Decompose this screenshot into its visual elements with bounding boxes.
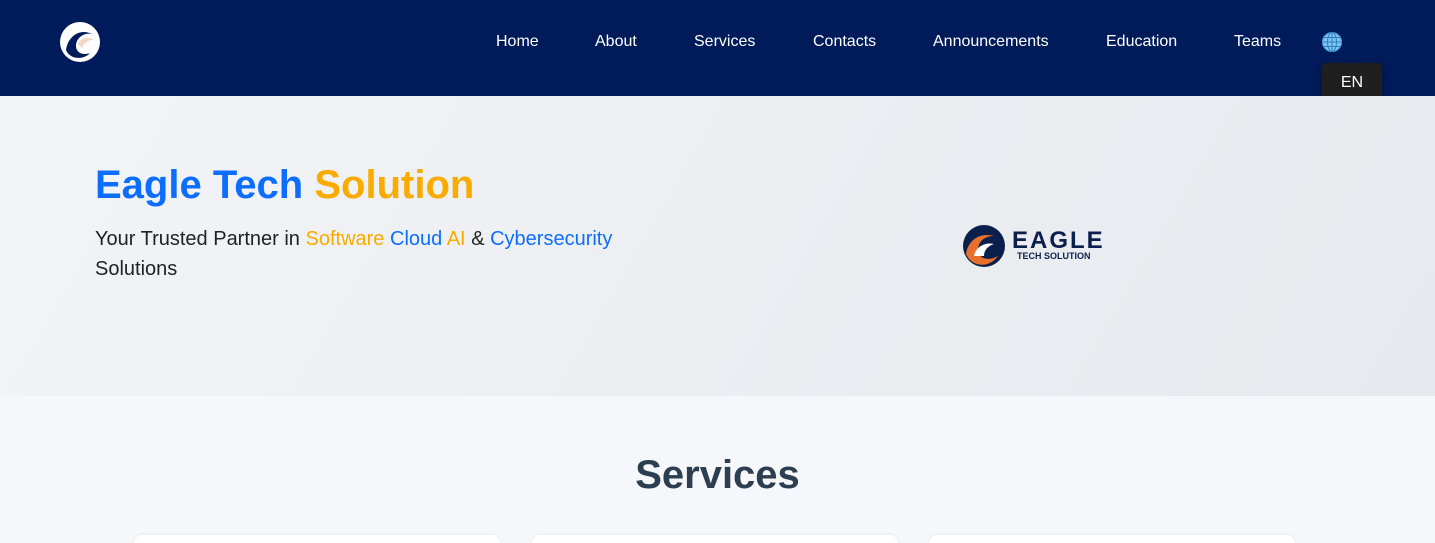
nav-link-about[interactable]: About [595,32,637,52]
services-heading: Services [635,453,800,497]
hero-title-brand: Eagle Tech [95,163,304,207]
svg-text:EAGLE: EAGLE [1012,227,1105,254]
nav-link-teams[interactable]: Teams [1234,32,1281,52]
nav-link-announcements[interactable]: Announcements [933,32,1049,52]
main-nav: Home About Services Contacts Announcemen… [0,32,1435,52]
service-card[interactable] [532,535,898,543]
eagle-tech-solution-logo: EAGLE TECH SOLUTION [963,225,1105,267]
subtitle-ampersand: & [471,228,485,250]
hero-section: Eagle Tech Solution Your Trusted Partner… [0,96,1435,396]
navbar: Home About Services Contacts Announcemen… [0,0,1435,96]
service-card[interactable] [929,535,1295,543]
nav-link-home[interactable]: Home [496,32,539,52]
services-section: Services [0,396,1435,543]
hero-title: Eagle Tech Solution [95,162,474,208]
globe-icon[interactable] [1321,31,1343,53]
nav-link-services[interactable]: Services [694,32,755,52]
subtitle-prefix: Your Trusted Partner in [95,228,300,250]
svg-text:TECH SOLUTION: TECH SOLUTION [1017,251,1091,261]
subtitle-cybersecurity: Cybersecurity [490,228,613,250]
subtitle-ai: AI [446,228,466,250]
service-card[interactable] [134,535,500,543]
nav-link-contacts[interactable]: Contacts [813,32,876,52]
subtitle-suffix: Solutions [95,258,178,280]
hero-subtitle: Your Trusted Partner in Software Cloud A… [95,224,655,284]
nav-link-education[interactable]: Education [1106,32,1177,52]
hero-title-highlight: Solution [314,163,475,207]
subtitle-software: Software [305,228,385,250]
subtitle-cloud: Cloud [390,228,443,250]
